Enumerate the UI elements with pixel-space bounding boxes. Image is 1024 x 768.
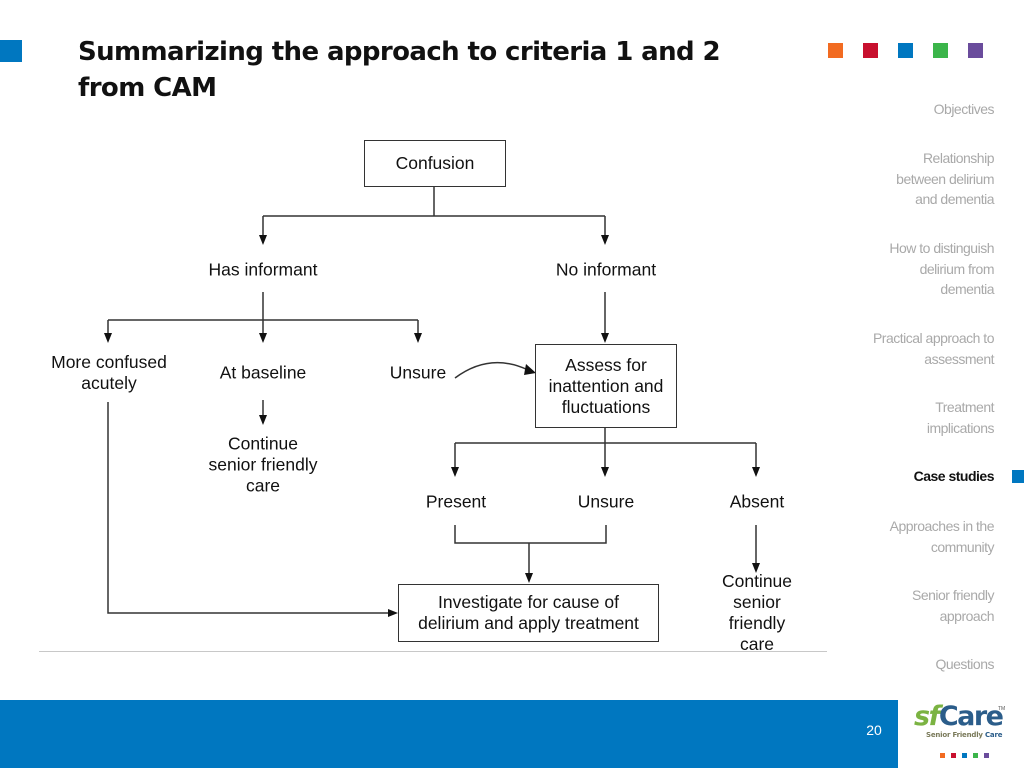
connector-unsure-curve [454,361,529,379]
logo-swatch [984,753,989,758]
nav-item-questions[interactable]: Questions [824,654,994,675]
logo-wordmark: sfCare [914,700,1004,734]
connector-present-unsure [454,525,607,575]
swatch-green [933,43,948,58]
logo-care: Care [938,701,1004,732]
nav-item-distinguish[interactable]: How to distinguish delirium from dementi… [824,238,994,300]
nav-item-case-studies[interactable]: Case studies [824,466,995,487]
logo-trademark: TM [998,706,1006,712]
nav-item-senior-friendly[interactable]: Senior friendly approach [824,585,995,626]
connector-has-informant [107,292,419,336]
node-absent: Absent [729,491,785,512]
node-assess: Assess for inattention and fluctuations [535,344,677,428]
arrowhead [259,415,267,425]
nav-item-practical-approach[interactable]: Practical approach to assessment [824,328,995,369]
arrowhead [259,333,267,343]
logo-swatch [951,753,956,758]
logo-tagline-prefix: Senior Friendly [926,731,985,739]
arrowhead [601,333,609,343]
arrowhead [414,333,422,343]
logo-swatch [940,753,945,758]
active-section-marker [1012,470,1024,483]
arrowhead [259,235,267,245]
logo-sf: sf [914,701,940,732]
footer-bar [0,700,898,768]
nav-item-treatment[interactable]: Treatment implications [824,397,995,438]
page-number: 20 [866,722,882,738]
nav-item-community[interactable]: Approaches in the community [824,516,995,557]
nav-item-relationship[interactable]: Relationship between delirium and dement… [824,148,994,210]
cam-flowchart: Confusion Has informant No informant Mor… [0,0,840,700]
arrowhead [388,609,398,617]
node-present: Present [425,491,487,512]
sfcare-logo: sfCare TM Senior Friendly Care [906,700,1024,768]
node-investigate: Investigate for cause of delirium and ap… [398,584,659,642]
swatch-red [863,43,878,58]
logo-tagline-suffix: Care [985,731,1003,739]
logo-swatch [962,753,967,758]
node-more-confused: More confused acutely [51,352,167,393]
color-swatches [828,43,983,58]
arrowhead [601,467,609,477]
swatch-purple [968,43,983,58]
connector-confusion [262,187,606,238]
arrowhead [752,467,760,477]
node-unsure-assess: Unsure [577,491,635,512]
connector-assess [454,427,757,470]
node-has-informant: Has informant [208,259,318,280]
arrowhead [451,467,459,477]
node-continue-care-absent: Continue senior friendly care [721,571,793,654]
node-at-baseline: At baseline [219,362,307,383]
content-divider [39,651,827,652]
logo-swatches [940,753,989,758]
node-no-informant: No informant [555,259,657,280]
node-continue-care-baseline: Continue senior friendly care [208,433,318,496]
logo-swatch [973,753,978,758]
node-confusion: Confusion [364,140,506,187]
swatch-blue [898,43,913,58]
logo-tagline: Senior Friendly Care [926,731,1002,739]
arrowhead [525,573,533,583]
arrowhead [104,333,112,343]
arrowhead [601,235,609,245]
node-unsure-informant: Unsure [389,362,447,383]
nav-item-objectives[interactable]: Objectives [824,99,995,120]
